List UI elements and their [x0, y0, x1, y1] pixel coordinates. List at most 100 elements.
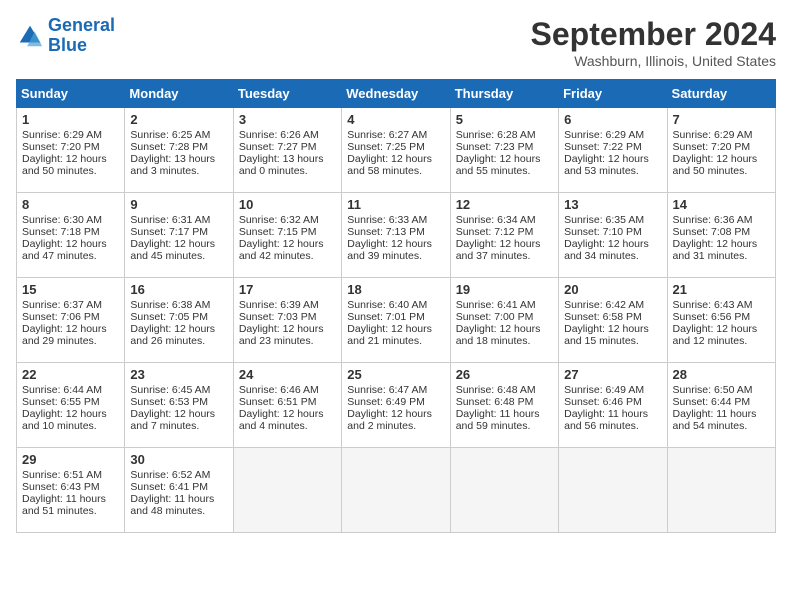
calendar-cell — [559, 448, 667, 533]
sunset: Sunset: 7:10 PM — [564, 226, 642, 238]
logo-icon — [16, 22, 44, 50]
calendar-week-1: 1 Sunrise: 6:29 AM Sunset: 7:20 PM Daylight… — [17, 108, 776, 193]
sunrise: Sunrise: 6:40 AM — [347, 299, 427, 311]
calendar-cell: 16Sunrise: 6:38 AMSunset: 7:05 PMDayligh… — [125, 278, 233, 363]
sunrise: Sunrise: 6:32 AM — [239, 214, 319, 226]
sunrise: Sunrise: 6:41 AM — [456, 299, 536, 311]
sunset: Sunset: 7:05 PM — [130, 311, 208, 323]
day-number: 18 — [347, 282, 444, 297]
sunset: Sunset: 6:58 PM — [564, 311, 642, 323]
sunset: Sunset: 6:41 PM — [130, 481, 208, 493]
calendar-cell: 15Sunrise: 6:37 AMSunset: 7:06 PMDayligh… — [17, 278, 125, 363]
day-number: 8 — [22, 197, 119, 212]
calendar-cell: 4Sunrise: 6:27 AMSunset: 7:25 PMDaylight… — [342, 108, 450, 193]
sunrise: Sunrise: 6:31 AM — [130, 214, 210, 226]
day-number: 1 — [22, 112, 119, 127]
sunrise: Sunrise: 6:37 AM — [22, 299, 102, 311]
calendar-cell: 26Sunrise: 6:48 AMSunset: 6:48 PMDayligh… — [450, 363, 558, 448]
calendar-table: Sunday Monday Tuesday Wednesday Thursday… — [16, 79, 776, 533]
sunrise: Sunrise: 6:39 AM — [239, 299, 319, 311]
sunrise: Sunrise: 6:42 AM — [564, 299, 644, 311]
calendar-cell: 18Sunrise: 6:40 AMSunset: 7:01 PMDayligh… — [342, 278, 450, 363]
sunrise: Sunrise: 6:27 AM — [347, 129, 427, 141]
sunrise: Sunrise: 6:28 AM — [456, 129, 536, 141]
header-tuesday: Tuesday — [233, 80, 341, 108]
sunset: Sunset: 6:43 PM — [22, 481, 100, 493]
calendar-cell: 17Sunrise: 6:39 AMSunset: 7:03 PMDayligh… — [233, 278, 341, 363]
sunrise: Sunrise: 6:48 AM — [456, 384, 536, 396]
calendar-cell: 5 Sunrise: 6:28 AMSunset: 7:23 PMDaylight… — [450, 108, 558, 193]
sunset: Sunset: 7:17 PM — [130, 226, 208, 238]
day-number: 11 — [347, 197, 444, 212]
day-number: 7 — [673, 112, 770, 127]
location: Washburn, Illinois, United States — [531, 53, 776, 69]
daylight: Daylight: 12 hours and 31 minutes. — [673, 238, 758, 262]
logo-line1: General — [48, 15, 115, 35]
calendar-cell: 1Sunrise: 6:29 AMSunset: 7:20 PMDaylight… — [17, 108, 125, 193]
calendar-week-4: 22Sunrise: 6:44 AMSunset: 6:55 PMDayligh… — [17, 363, 776, 448]
daylight: Daylight: 12 hours and 7 minutes. — [130, 408, 215, 432]
daylight: Daylight: 12 hours and 29 minutes. — [22, 323, 107, 347]
calendar-cell: 29Sunrise: 6:51 AMSunset: 6:43 PMDayligh… — [17, 448, 125, 533]
sunrise: Sunrise: 6:34 AM — [456, 214, 536, 226]
daylight: Daylight: 12 hours and 55 minutes. — [456, 153, 541, 177]
sunset: Sunset: 7:23 PM — [456, 141, 534, 153]
header-wednesday: Wednesday — [342, 80, 450, 108]
calendar-week-3: 15Sunrise: 6:37 AMSunset: 7:06 PMDayligh… — [17, 278, 776, 363]
daylight: Daylight: 12 hours and 58 minutes. — [347, 153, 432, 177]
sunset: Sunset: 6:56 PM — [673, 311, 751, 323]
sunset: Sunset: 7:25 PM — [347, 141, 425, 153]
sunset: Sunset: 6:55 PM — [22, 396, 100, 408]
daylight: Daylight: 12 hours and 2 minutes. — [347, 408, 432, 432]
daylight: Daylight: 12 hours and 50 minutes. — [673, 153, 758, 177]
calendar-cell: 7Sunrise: 6:29 AMSunset: 7:20 PMDaylight… — [667, 108, 775, 193]
daylight: Daylight: 12 hours and 53 minutes. — [564, 153, 649, 177]
sunset: Sunset: 7:13 PM — [347, 226, 425, 238]
calendar-cell: 13Sunrise: 6:35 AMSunset: 7:10 PMDayligh… — [559, 193, 667, 278]
calendar-cell: 30Sunrise: 6:52 AMSunset: 6:41 PMDayligh… — [125, 448, 233, 533]
calendar-cell: 25Sunrise: 6:47 AMSunset: 6:49 PMDayligh… — [342, 363, 450, 448]
calendar-cell: 11Sunrise: 6:33 AMSunset: 7:13 PMDayligh… — [342, 193, 450, 278]
calendar-cell: 2Sunrise: 6:25 AMSunset: 7:28 PMDaylight… — [125, 108, 233, 193]
calendar-cell: 14Sunrise: 6:36 AMSunset: 7:08 PMDayligh… — [667, 193, 775, 278]
sunrise: Sunrise: 6:36 AM — [673, 214, 753, 226]
calendar-cell: 6Sunrise: 6:29 AMSunset: 7:22 PMDaylight… — [559, 108, 667, 193]
daylight: Daylight: 12 hours and 18 minutes. — [456, 323, 541, 347]
title-block: September 2024 Washburn, Illinois, Unite… — [531, 16, 776, 69]
daylight: Daylight: 12 hours and 10 minutes. — [22, 408, 107, 432]
logo-line2: Blue — [48, 35, 87, 55]
day-number: 29 — [22, 452, 119, 467]
sunset: Sunset: 7:06 PM — [22, 311, 100, 323]
daylight: Daylight: 12 hours and 39 minutes. — [347, 238, 432, 262]
month-title: September 2024 — [531, 16, 776, 53]
sunrise: Sunrise: 6:45 AM — [130, 384, 210, 396]
calendar-cell: 24Sunrise: 6:46 AMSunset: 6:51 PMDayligh… — [233, 363, 341, 448]
day-number: 2 — [130, 112, 227, 127]
sunrise: Sunrise: 6:43 AM — [673, 299, 753, 311]
daylight: Daylight: 11 hours and 51 minutes. — [22, 493, 106, 517]
sunset: Sunset: 7:15 PM — [239, 226, 317, 238]
day-number: 5 — [456, 112, 553, 127]
day-number: 12 — [456, 197, 553, 212]
day-number: 19 — [456, 282, 553, 297]
calendar-cell: 28Sunrise: 6:50 AMSunset: 6:44 PMDayligh… — [667, 363, 775, 448]
calendar-cell: 27Sunrise: 6:49 AMSunset: 6:46 PMDayligh… — [559, 363, 667, 448]
daylight: Daylight: 12 hours and 15 minutes. — [564, 323, 649, 347]
daylight: Daylight: 12 hours and 21 minutes. — [347, 323, 432, 347]
day-number: 16 — [130, 282, 227, 297]
sunset: Sunset: 7:20 PM — [22, 141, 100, 153]
day-number: 9 — [130, 197, 227, 212]
sunrise: Sunrise: 6:26 AM — [239, 129, 319, 141]
calendar-cell — [233, 448, 341, 533]
day-number: 22 — [22, 367, 119, 382]
header-thursday: Thursday — [450, 80, 558, 108]
sunrise: Sunrise: 6:38 AM — [130, 299, 210, 311]
day-number: 14 — [673, 197, 770, 212]
calendar-cell — [342, 448, 450, 533]
calendar-cell: 22Sunrise: 6:44 AMSunset: 6:55 PMDayligh… — [17, 363, 125, 448]
daylight: Daylight: 12 hours and 37 minutes. — [456, 238, 541, 262]
sunrise: Sunrise: 6:29 AM — [673, 129, 753, 141]
daylight: Daylight: 12 hours and 12 minutes. — [673, 323, 758, 347]
sunset: Sunset: 7:27 PM — [239, 141, 317, 153]
day-number: 26 — [456, 367, 553, 382]
